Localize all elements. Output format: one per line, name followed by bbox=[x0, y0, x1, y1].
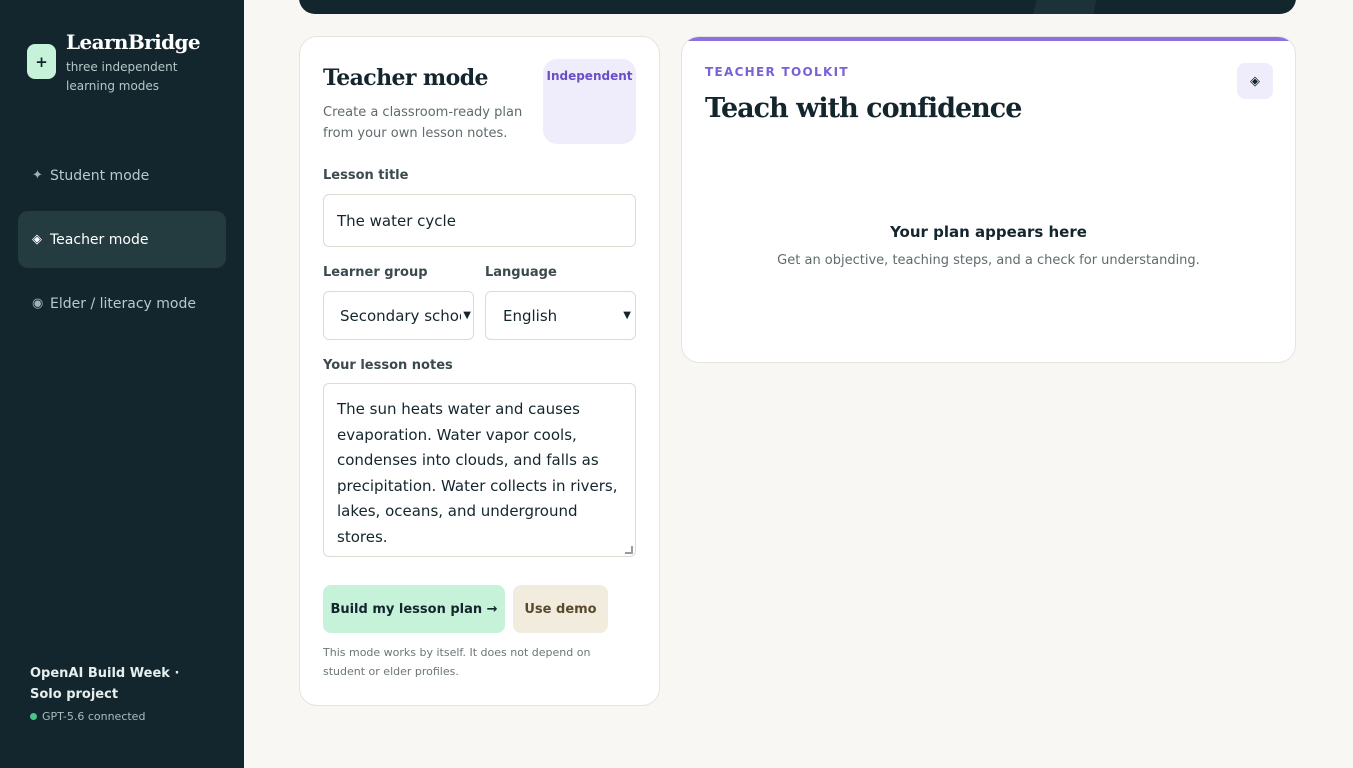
learner-group-value: Secondary school bbox=[340, 306, 462, 325]
sidebar-item-label: Elder / literacy mode bbox=[50, 295, 196, 312]
empty-state-subtitle: Get an objective, teaching steps, and a … bbox=[777, 253, 1200, 268]
lesson-notes-label: Your lesson notes bbox=[323, 358, 453, 373]
independent-badge: Independent bbox=[543, 59, 636, 144]
sidebar-item-label: Student mode bbox=[50, 167, 150, 184]
mode-nav: ✦ Student mode ◈ Teacher mode ◉ Elder / … bbox=[18, 147, 226, 339]
use-demo-button[interactable]: Use demo bbox=[513, 585, 608, 633]
language-label: Language bbox=[485, 265, 557, 280]
empty-state-title: Your plan appears here bbox=[890, 223, 1087, 241]
accent-bar bbox=[682, 37, 1295, 41]
sidebar-item-elder-literacy-mode[interactable]: ◉ Elder / literacy mode bbox=[18, 275, 226, 332]
status-dot-icon bbox=[30, 713, 37, 720]
sidebar: + LearnBridge three independent learning… bbox=[0, 0, 244, 768]
learner-group-label: Learner group bbox=[323, 265, 428, 280]
form-title: Teacher mode bbox=[323, 65, 488, 91]
connection-status: GPT-5.6 connected bbox=[30, 710, 210, 723]
brand: + LearnBridge three independent learning… bbox=[27, 30, 226, 96]
resize-handle-icon[interactable] bbox=[625, 546, 633, 554]
diamond-icon: ◈ bbox=[1237, 63, 1273, 99]
sidebar-footer: OpenAI Build Week · Solo project GPT-5.6… bbox=[30, 663, 210, 723]
language-select[interactable]: English ▼ bbox=[485, 291, 636, 340]
hero-banner bbox=[299, 0, 1296, 14]
lesson-notes-textarea[interactable]: The sun heats water and causes evaporati… bbox=[323, 383, 636, 557]
lesson-title-input[interactable] bbox=[323, 194, 636, 247]
lesson-title-label: Lesson title bbox=[323, 168, 409, 183]
toolkit-eyebrow: TEACHER TOOLKIT bbox=[705, 65, 849, 79]
sparkle-icon: ✦ bbox=[32, 168, 43, 183]
language-value: English bbox=[503, 306, 558, 325]
brand-subtitle: three independent learning modes bbox=[66, 60, 178, 93]
build-lesson-plan-button[interactable]: Build my lesson plan → bbox=[323, 585, 505, 633]
teacher-form-card: Teacher mode Create a classroom-ready pl… bbox=[299, 36, 660, 706]
sidebar-item-label: Teacher mode bbox=[50, 231, 149, 248]
form-description: Create a classroom-ready plan from your … bbox=[323, 105, 523, 141]
sidebar-item-student-mode[interactable]: ✦ Student mode bbox=[18, 147, 226, 204]
independence-note: This mode works by itself. It does not d… bbox=[323, 646, 591, 678]
diamond-icon: ◈ bbox=[32, 232, 42, 247]
chevron-down-icon: ▼ bbox=[623, 310, 631, 321]
project-label: OpenAI Build Week · Solo project bbox=[30, 666, 180, 702]
lesson-notes-text: The sun heats water and causes evaporati… bbox=[337, 400, 618, 546]
lesson-plan-output-card: TEACHER TOOLKIT Teach with confidence ◈ … bbox=[681, 36, 1296, 363]
connection-status-text: GPT-5.6 connected bbox=[42, 710, 146, 723]
chevron-down-icon: ▼ bbox=[463, 310, 471, 321]
output-title: Teach with confidence bbox=[705, 93, 1022, 124]
plus-icon: + bbox=[27, 44, 56, 79]
sidebar-item-teacher-mode[interactable]: ◈ Teacher mode bbox=[18, 211, 226, 268]
circle-dot-icon: ◉ bbox=[32, 296, 44, 311]
learner-group-select[interactable]: Secondary school ▼ bbox=[323, 291, 474, 340]
brand-name: LearnBridge bbox=[66, 30, 201, 54]
